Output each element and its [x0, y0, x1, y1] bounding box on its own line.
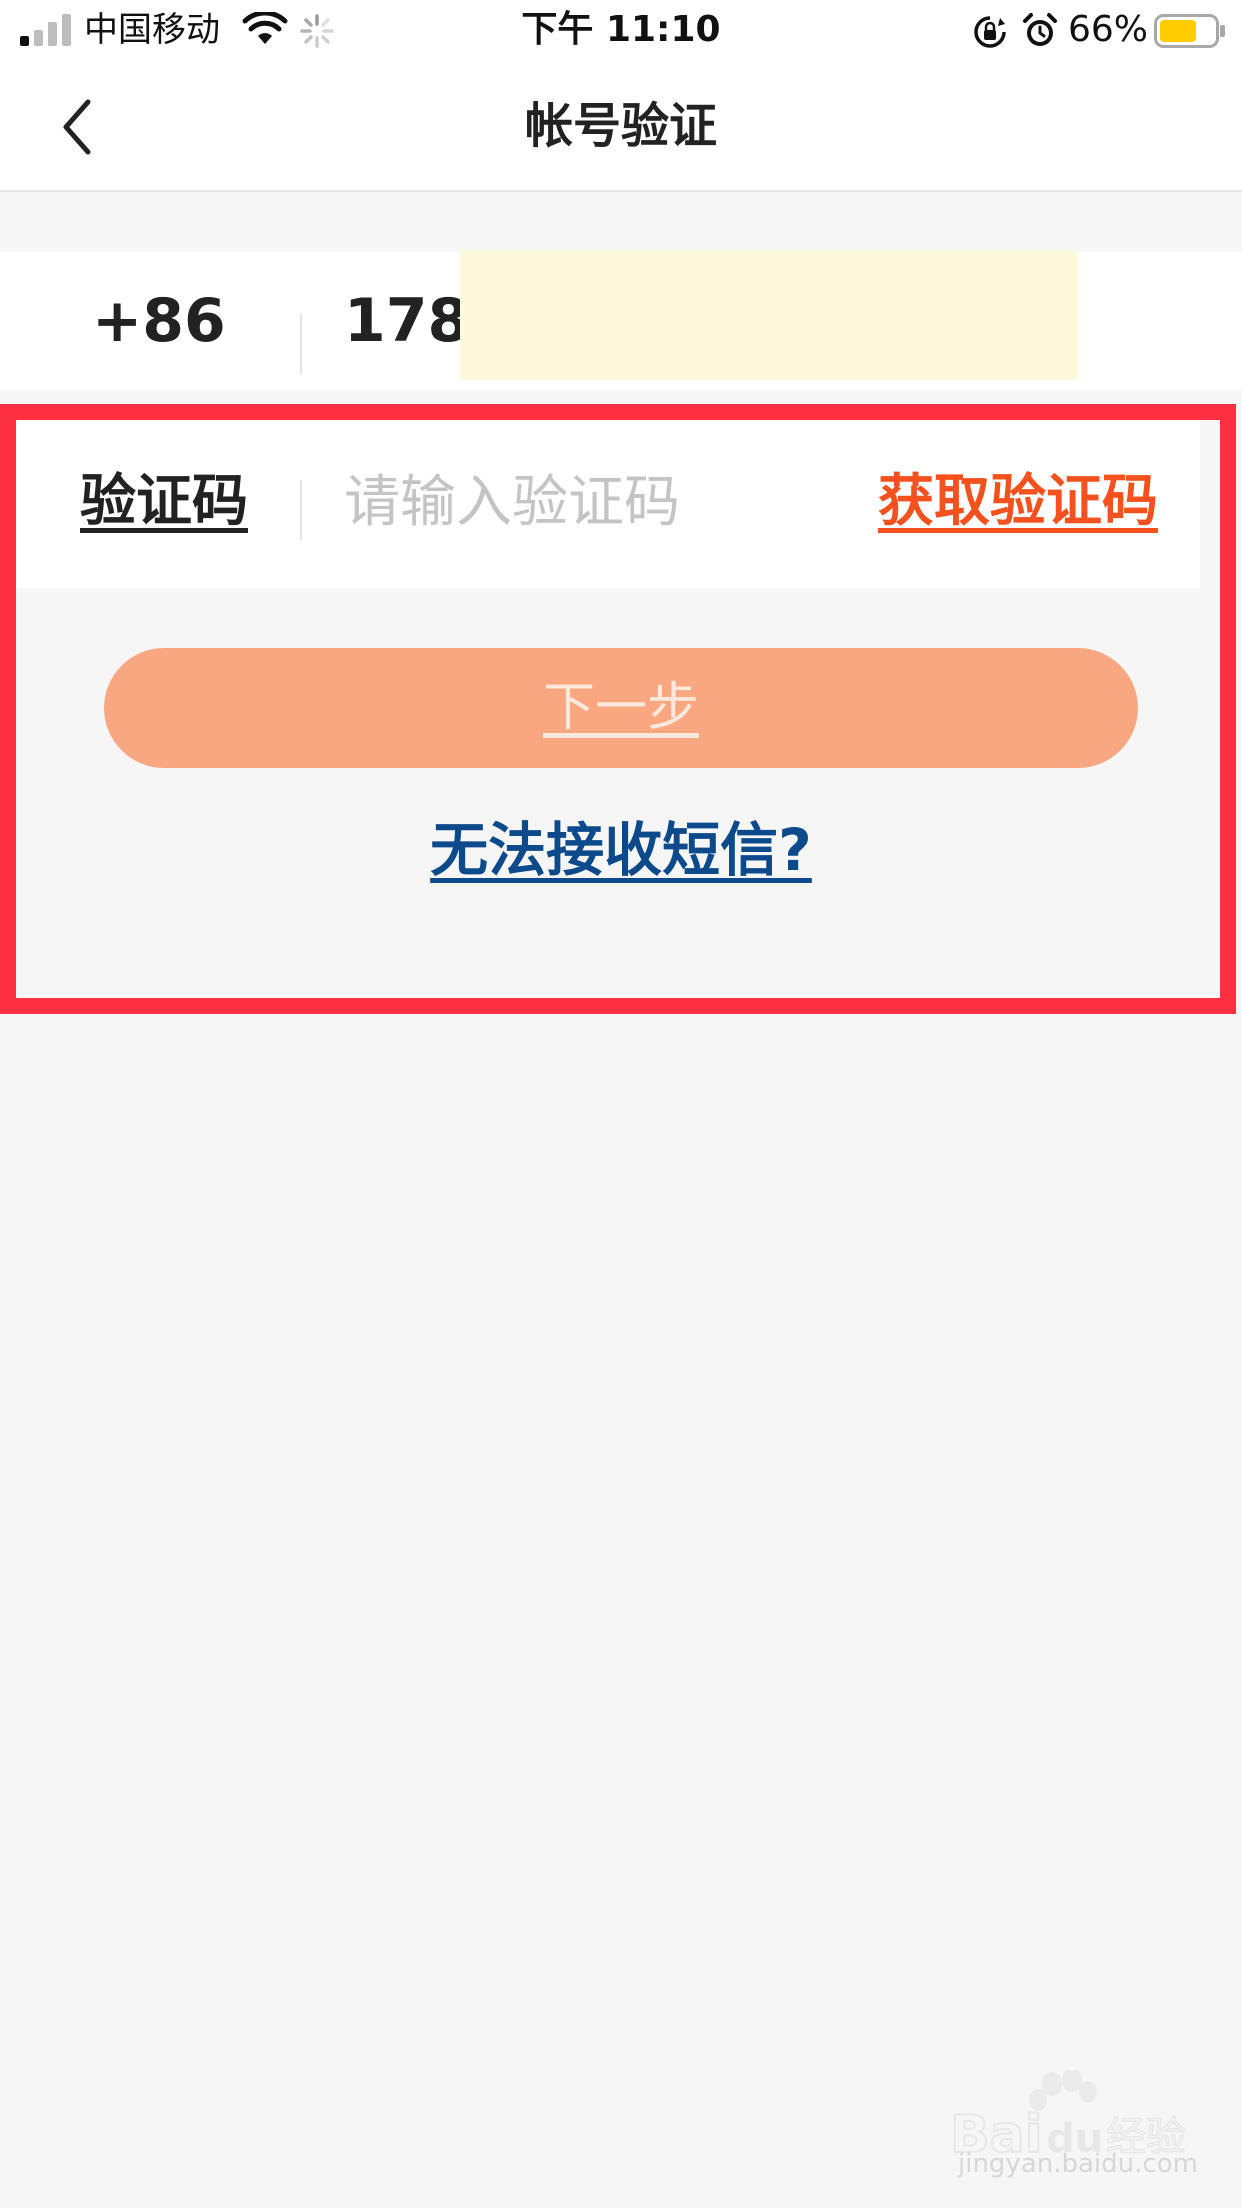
verification-code-row: 验证码 获取验证码: [16, 420, 1200, 588]
page-title: 帐号验证: [524, 98, 717, 154]
status-bar: 中国移动 下午 11:10 66%: [0, 0, 1242, 64]
next-button[interactable]: 下一步: [104, 648, 1138, 768]
redaction-overlay: [460, 250, 1078, 380]
alarm-icon: [1023, 13, 1057, 46]
rotation-lock-icon: [974, 16, 1006, 48]
get-code-button[interactable]: 获取验证码: [878, 464, 1158, 540]
next-button-label: 下一步: [542, 678, 699, 738]
verification-code-input[interactable]: [344, 460, 824, 544]
divider: [300, 314, 302, 374]
country-code[interactable]: +86: [92, 282, 226, 360]
nav-bar: 帐号验证: [0, 64, 1242, 192]
battery-icon: [1154, 14, 1225, 48]
cannot-receive-sms-link[interactable]: 无法接收短信?: [0, 812, 1242, 888]
battery-percent: 66%: [1068, 9, 1149, 50]
code-label: 验证码: [80, 469, 248, 534]
divider: [300, 480, 302, 540]
watermark-url: jingyan.baidu.com: [958, 2149, 1198, 2179]
phone-row: +86 178*: [0, 250, 1242, 390]
